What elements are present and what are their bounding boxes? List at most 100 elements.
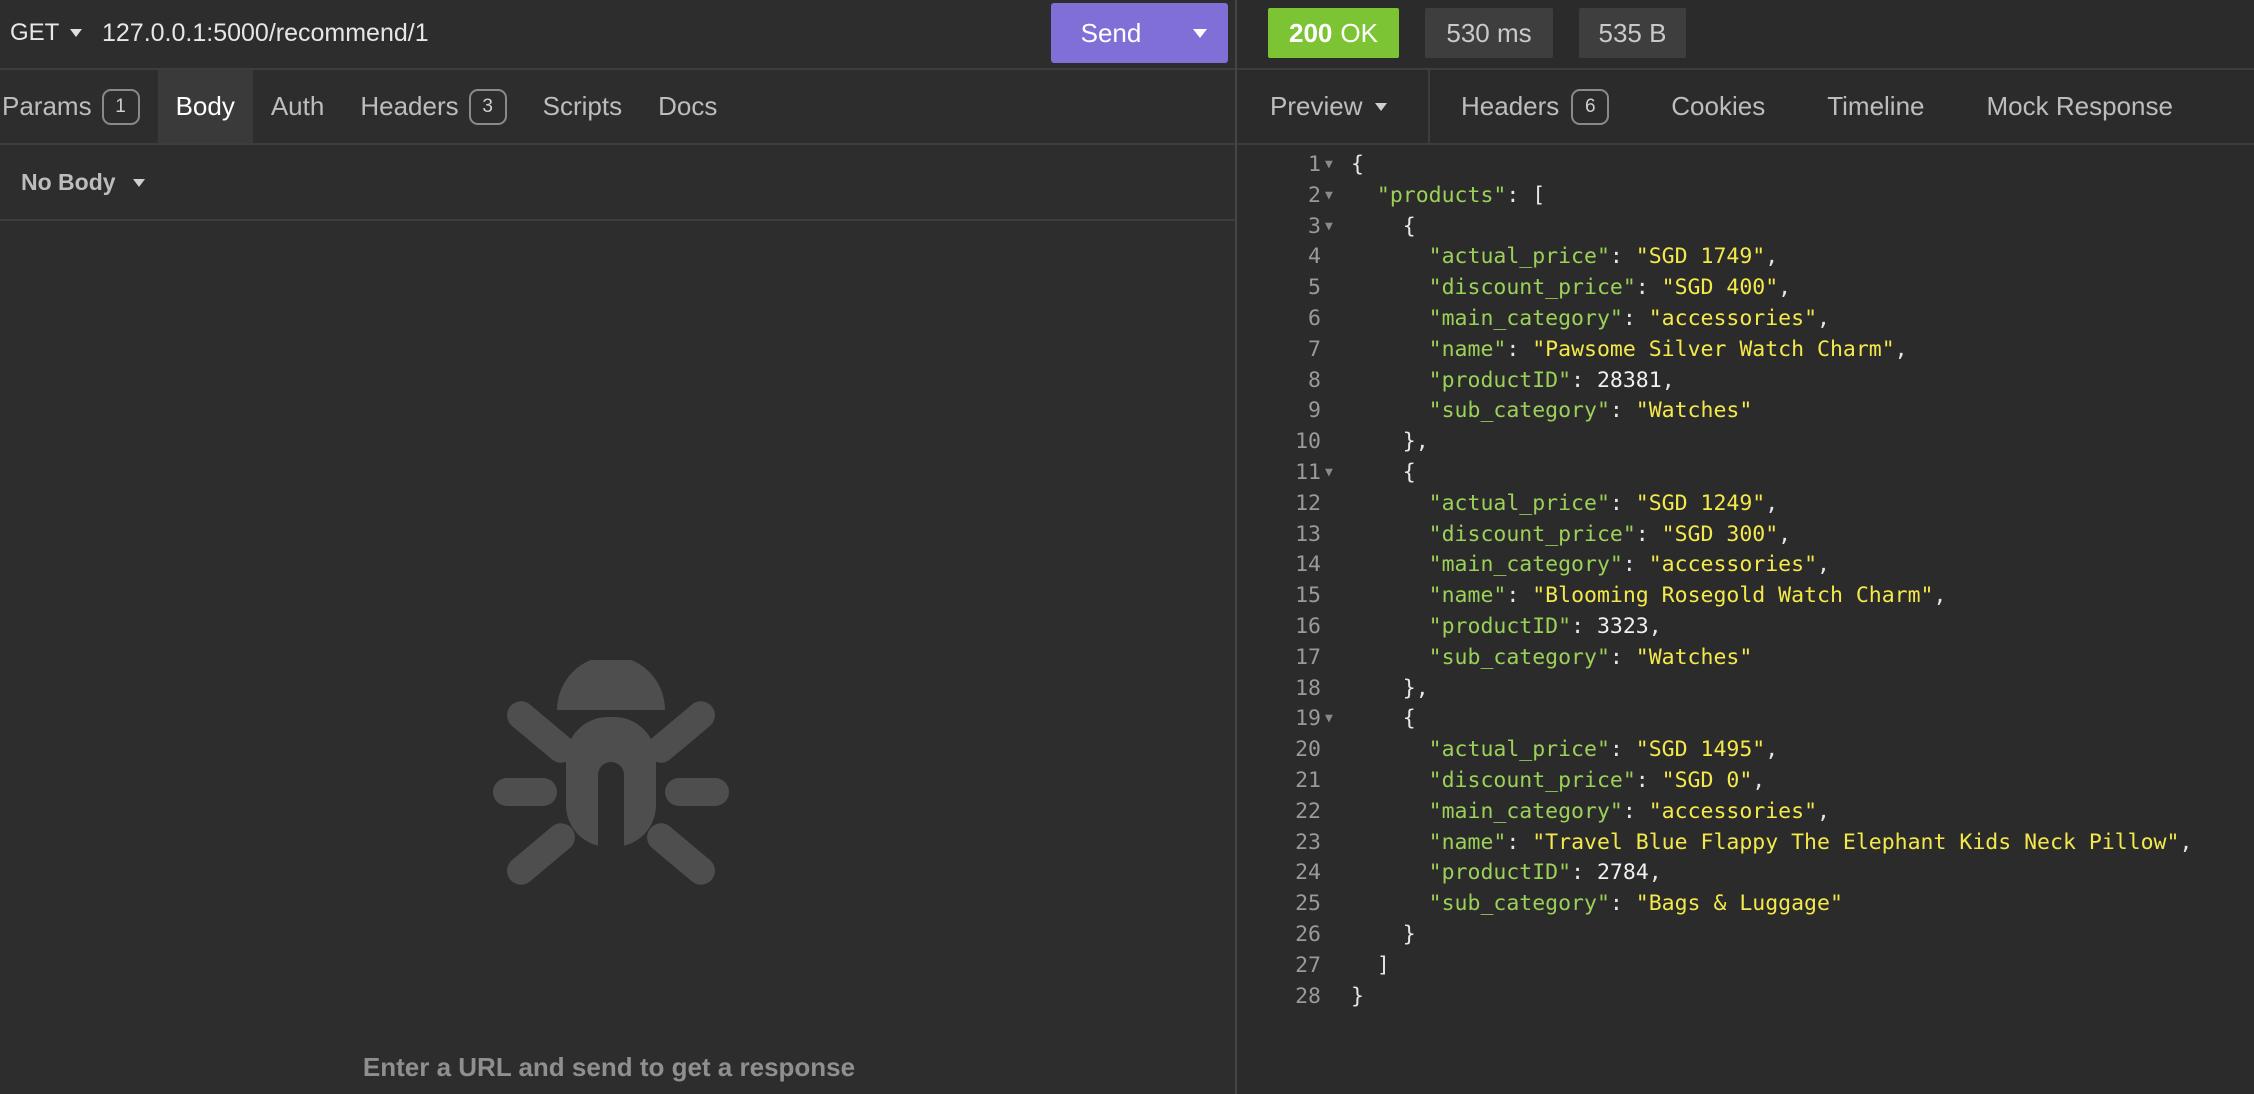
fold-caret-icon[interactable]: ▼ — [1325, 457, 1333, 488]
response-time: 530 ms — [1425, 8, 1553, 58]
tab-docs[interactable]: Docs — [640, 70, 735, 143]
line-number: 28 — [1295, 983, 1321, 1009]
caret-down-icon — [132, 178, 145, 187]
code-text: "actual_price": "SGD 1249", — [1428, 490, 1779, 516]
tab-body[interactable]: Body — [157, 70, 253, 143]
code-text: "productID": 2784, — [1428, 860, 1662, 886]
url-input[interactable]: 127.0.0.1:5000/recommend/1 — [102, 0, 429, 66]
code-line: 3 ▼ { — [1237, 211, 2254, 242]
code-text: } — [1351, 983, 1364, 1009]
line-number: 23 — [1295, 829, 1321, 855]
line-number: 24 — [1295, 860, 1321, 886]
fold-caret-icon[interactable]: ▼ — [1325, 149, 1333, 180]
tab-label: Preview — [1270, 91, 1363, 121]
code-line: 26 } — [1237, 919, 2254, 950]
code-text: }, — [1351, 675, 1429, 701]
code-text: "main_category": "accessories", — [1428, 306, 1830, 331]
response-tabs: Preview Headers 6 Cookies Timeline Mock … — [1237, 70, 2254, 145]
code-line: 27 ] — [1237, 950, 2254, 981]
tab-cookies[interactable]: Cookies — [1640, 70, 1796, 143]
line-number: 3 — [1308, 213, 1321, 239]
code-text: "main_category": "accessories", — [1428, 552, 1830, 578]
code-line: 16 "productID": 3323, — [1237, 611, 2254, 642]
code-text: "name": "Blooming Rosegold Watch Charm", — [1428, 583, 1947, 609]
send-dropdown[interactable] — [1171, 3, 1228, 63]
code-line: 23 "name": "Travel Blue Flappy The Eleph… — [1237, 827, 2254, 858]
tab-auth[interactable]: Auth — [253, 70, 343, 143]
code-line: 12 "actual_price": "SGD 1249", — [1237, 488, 2254, 519]
body-type-bar: No Body — [0, 146, 1235, 221]
code-line: 5 "discount_price": "SGD 400", — [1237, 272, 2254, 303]
line-number: 1 — [1308, 152, 1321, 177]
code-line: 13 "discount_price": "SGD 300", — [1237, 519, 2254, 550]
code-text: "sub_category": "Watches" — [1428, 398, 1753, 424]
line-number: 27 — [1295, 952, 1321, 978]
code-line: 6 "main_category": "accessories", — [1237, 303, 2254, 334]
code-text: "sub_category": "Bags & Luggage" — [1428, 891, 1843, 917]
caret-down-icon — [1375, 102, 1388, 111]
tab-label: Params — [2, 91, 92, 121]
code-text: "name": "Pawsome Silver Watch Charm", — [1428, 336, 1908, 362]
response-body-viewer[interactable]: 1 ▼{2 ▼ "products": [3 ▼ {4 "actual_price":… — [1237, 146, 2254, 1094]
fold-caret-icon[interactable]: ▼ — [1325, 180, 1333, 211]
fold-caret-icon[interactable]: ▼ — [1325, 211, 1333, 242]
code-text: "productID": 3323, — [1428, 614, 1662, 639]
code-text: { — [1351, 152, 1364, 177]
code-line: 20 "actual_price": "SGD 1495", — [1237, 734, 2254, 765]
status-bar: 200 OK 530 ms 535 B — [1237, 0, 2254, 70]
tab-label: Cookies — [1671, 91, 1766, 121]
caret-down-icon — [70, 29, 83, 37]
tab-label: Headers — [1461, 91, 1560, 121]
status-text: OK — [1340, 17, 1378, 48]
tab-preview[interactable]: Preview — [1237, 70, 1430, 143]
response-size: 535 B — [1579, 8, 1686, 58]
tab-timeline[interactable]: Timeline — [1796, 70, 1955, 143]
send-button[interactable]: Send — [1051, 3, 1228, 63]
code-text: "main_category": "accessories", — [1428, 798, 1830, 824]
line-number: 2 — [1308, 182, 1321, 208]
tab-label: Headers — [360, 91, 459, 121]
code-text: "discount_price": "SGD 400", — [1428, 275, 1792, 301]
code-line: 24 "productID": 2784, — [1237, 857, 2254, 888]
tab-scripts[interactable]: Scripts — [525, 70, 640, 143]
code-line: 18 }, — [1237, 673, 2254, 704]
method-select[interactable]: GET — [10, 0, 83, 66]
response-pane: 200 OK 530 ms 535 B Preview Headers 6 Co… — [1237, 0, 2254, 1094]
code-text: { — [1351, 706, 1416, 732]
empty-state-message: Enter a URL and send to get a response — [362, 1052, 856, 1082]
line-number: 7 — [1308, 336, 1321, 362]
tab-params[interactable]: Params 1 — [0, 70, 158, 143]
line-number: 21 — [1295, 768, 1321, 793]
request-tabs: Params 1 Body Auth Headers 3 Scripts Doc… — [0, 70, 1235, 145]
count-badge: 3 — [468, 88, 507, 125]
fold-caret-icon[interactable]: ▼ — [1325, 703, 1333, 734]
line-number: 22 — [1295, 798, 1321, 824]
count-badge: 1 — [101, 88, 140, 125]
code-text: "productID": 28381, — [1428, 367, 1675, 393]
code-text: "discount_price": "SGD 0", — [1428, 768, 1766, 793]
code-text: }, — [1351, 429, 1429, 455]
line-number: 6 — [1308, 306, 1321, 331]
line-number: 19 — [1295, 706, 1321, 732]
tab-response-headers[interactable]: Headers 6 — [1430, 70, 1640, 143]
code-line: 7 "name": "Pawsome Silver Watch Charm", — [1237, 334, 2254, 365]
code-line: 1 ▼ { — [1237, 149, 2254, 180]
code-line: 11 ▼ { — [1237, 457, 2254, 488]
line-number: 11 — [1295, 460, 1321, 485]
code-text: "actual_price": "SGD 1749", — [1428, 244, 1779, 270]
tab-label: Body — [175, 91, 235, 121]
code-text: ] — [1351, 952, 1390, 978]
line-number: 20 — [1295, 737, 1321, 763]
line-number: 18 — [1295, 675, 1321, 701]
body-type-select[interactable]: No Body — [21, 146, 146, 219]
code-line: 2 ▼ "products": [ — [1237, 180, 2254, 211]
line-number: 9 — [1308, 398, 1321, 424]
method-label: GET — [10, 19, 60, 46]
code-line: 10 }, — [1237, 426, 2254, 457]
line-number: 26 — [1295, 922, 1321, 947]
caret-down-icon — [1192, 28, 1207, 38]
tab-label: Mock Response — [1986, 91, 2173, 121]
tab-headers[interactable]: Headers 3 — [342, 70, 524, 143]
tab-mock-response[interactable]: Mock Response — [1956, 70, 2204, 143]
code-text: "products": [ — [1376, 182, 1546, 208]
